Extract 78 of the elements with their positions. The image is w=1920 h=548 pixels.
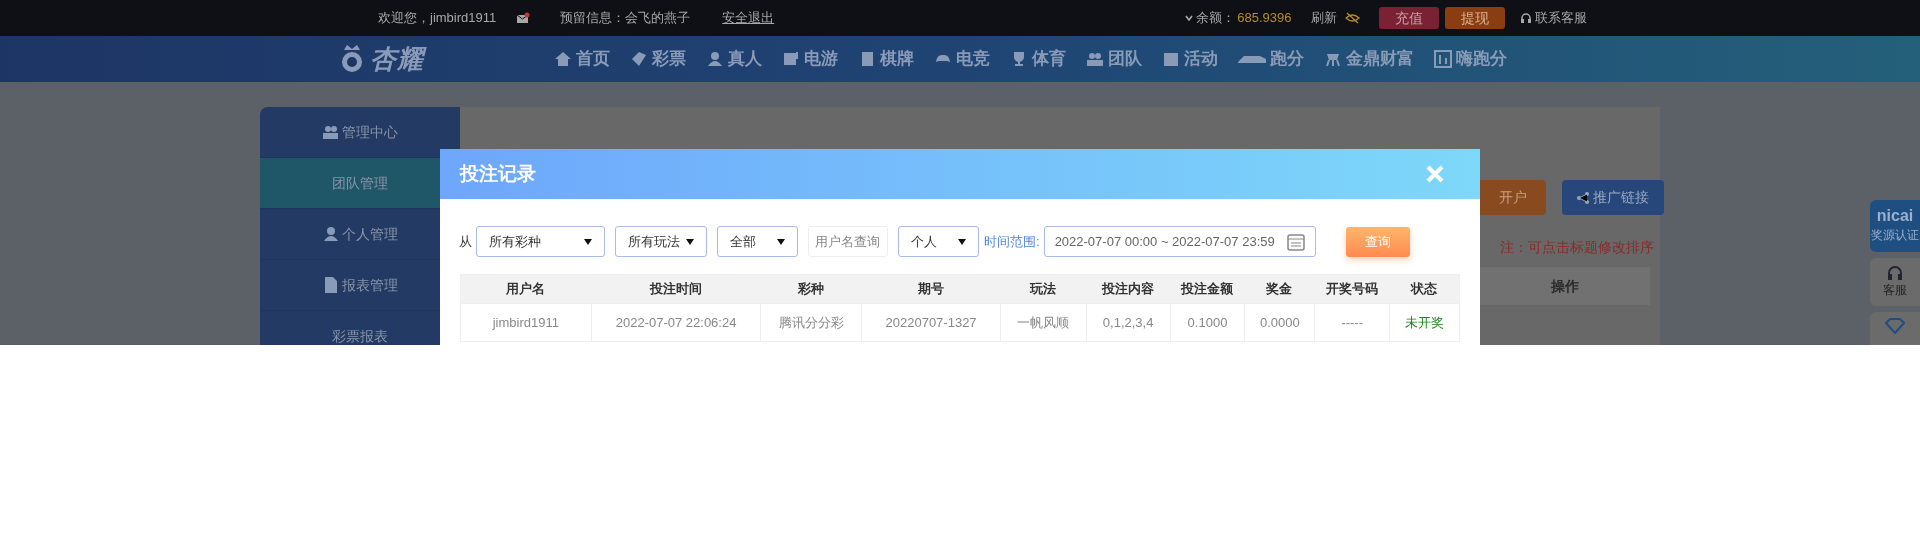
open-account-button[interactable]: 开户 <box>1480 180 1546 215</box>
calendar-icon <box>1286 232 1305 251</box>
people-icon <box>322 123 338 141</box>
dropdown[interactable]: 所有彩种 <box>476 226 605 257</box>
column-header: 用户名 <box>505 280 547 299</box>
caret-icon <box>584 238 592 245</box>
deposit-button[interactable]: 充值 <box>1379 7 1440 29</box>
table-cell: 20220707-1327 <box>861 304 1000 341</box>
people-icon <box>1086 50 1104 68</box>
table-cell: ----- <box>1314 304 1390 341</box>
nav-item[interactable]: 真人 <box>728 46 762 72</box>
column-header: 开奖号码 <box>1324 280 1379 299</box>
table-cell: 未开奖 <box>1389 304 1459 341</box>
reserved-info-text: 预留信息：会飞的燕子 <box>560 9 691 28</box>
nav-item[interactable]: 活动 <box>1184 46 1218 72</box>
contact-service-link[interactable]: 联系客服 <box>1535 8 1588 28</box>
diamond-icon <box>1885 318 1905 334</box>
hi-icon <box>1434 50 1452 68</box>
from-label: 从 <box>459 232 472 251</box>
nav-item[interactable]: 电游 <box>804 46 838 72</box>
nav-item[interactable]: 跑分 <box>1270 46 1304 72</box>
nav-item[interactable]: 体育 <box>1032 46 1066 72</box>
dropdown[interactable]: 全部 <box>717 226 798 257</box>
person-icon <box>706 50 724 68</box>
sort-hint-text: 注：可点击标题修改排序 <box>1500 238 1654 257</box>
eye-off-icon <box>1345 12 1361 24</box>
table-cell: 2022-07-07 22:06:24 <box>590 304 761 341</box>
column-header: 投注金额 <box>1179 280 1234 299</box>
chevron-icon <box>1185 15 1194 21</box>
person-icon <box>322 225 338 243</box>
customer-service-button[interactable]: 客服 <box>1870 258 1920 306</box>
headset-icon <box>1887 265 1903 281</box>
share-link-button[interactable]: 推广链接 <box>1562 180 1664 215</box>
nav-item[interactable]: 首页 <box>576 46 610 72</box>
table-cell: 0.1000 <box>1169 304 1245 341</box>
time-range-label: 时间范围: <box>984 232 1040 251</box>
withdraw-button[interactable]: 提现 <box>1445 7 1506 29</box>
nav-item[interactable]: 金鼎财富 <box>1346 46 1414 72</box>
nav-item[interactable]: 棋牌 <box>880 46 914 72</box>
dropdown[interactable]: 个人 <box>898 226 979 257</box>
column-header: 操作 <box>1551 276 1579 296</box>
nav-item[interactable]: 团队 <box>1108 46 1142 72</box>
caret-icon <box>958 238 966 245</box>
service-label: 客服 <box>1883 282 1907 299</box>
modal-title: 投注记录 <box>460 161 536 186</box>
column-header: 状态 <box>1409 280 1439 299</box>
column-header: 投注内容 <box>1100 280 1155 299</box>
table-cell: 0,1,2,3,4 <box>1085 304 1170 341</box>
close-icon <box>1426 165 1444 183</box>
table-cell: 腾讯分分彩 <box>760 304 862 341</box>
column-header: 彩种 <box>796 280 825 299</box>
query-button[interactable]: 查询 <box>1345 226 1410 257</box>
date-range-field[interactable]: 2022-07-07 00:00 ~ 2022-07-07 23:59 <box>1043 226 1316 257</box>
dropdown[interactable]: 所有玩法 <box>615 226 707 257</box>
column-header: 奖金 <box>1265 280 1294 299</box>
certification-badge[interactable]: nicai 奖源认证 <box>1870 200 1920 252</box>
table-cell-text: jimbird1911 <box>491 313 560 332</box>
table-cell: 0.0000 <box>1244 304 1315 341</box>
nav-item[interactable]: 电竞 <box>956 46 990 72</box>
document-icon <box>322 276 338 294</box>
balance-value: 685.9396 <box>1237 9 1292 28</box>
nav-item[interactable]: 嗨跑分 <box>1456 46 1507 72</box>
greeting-text: 欢迎您，jimbird1911 <box>378 9 497 28</box>
table-cell: 一帆风顺 <box>999 304 1086 341</box>
column-header: 期号 <box>916 280 945 299</box>
caret-icon <box>777 238 785 245</box>
nav-item[interactable]: 彩票 <box>652 46 686 72</box>
logout-link[interactable]: 安全退出 <box>722 8 775 28</box>
column-header: 投注时间 <box>648 280 703 299</box>
username-field[interactable]: 用户名查询 <box>808 226 888 257</box>
refresh-text[interactable]: 刷新 <box>1311 8 1338 28</box>
column-header: 玩法 <box>1028 280 1057 299</box>
caret-icon <box>686 238 694 245</box>
headset-icon <box>1520 12 1533 24</box>
share-icon <box>1577 191 1589 204</box>
home-icon <box>554 50 572 68</box>
balance-label: 余额： <box>1196 9 1236 28</box>
vip-button[interactable] <box>1870 312 1920 345</box>
